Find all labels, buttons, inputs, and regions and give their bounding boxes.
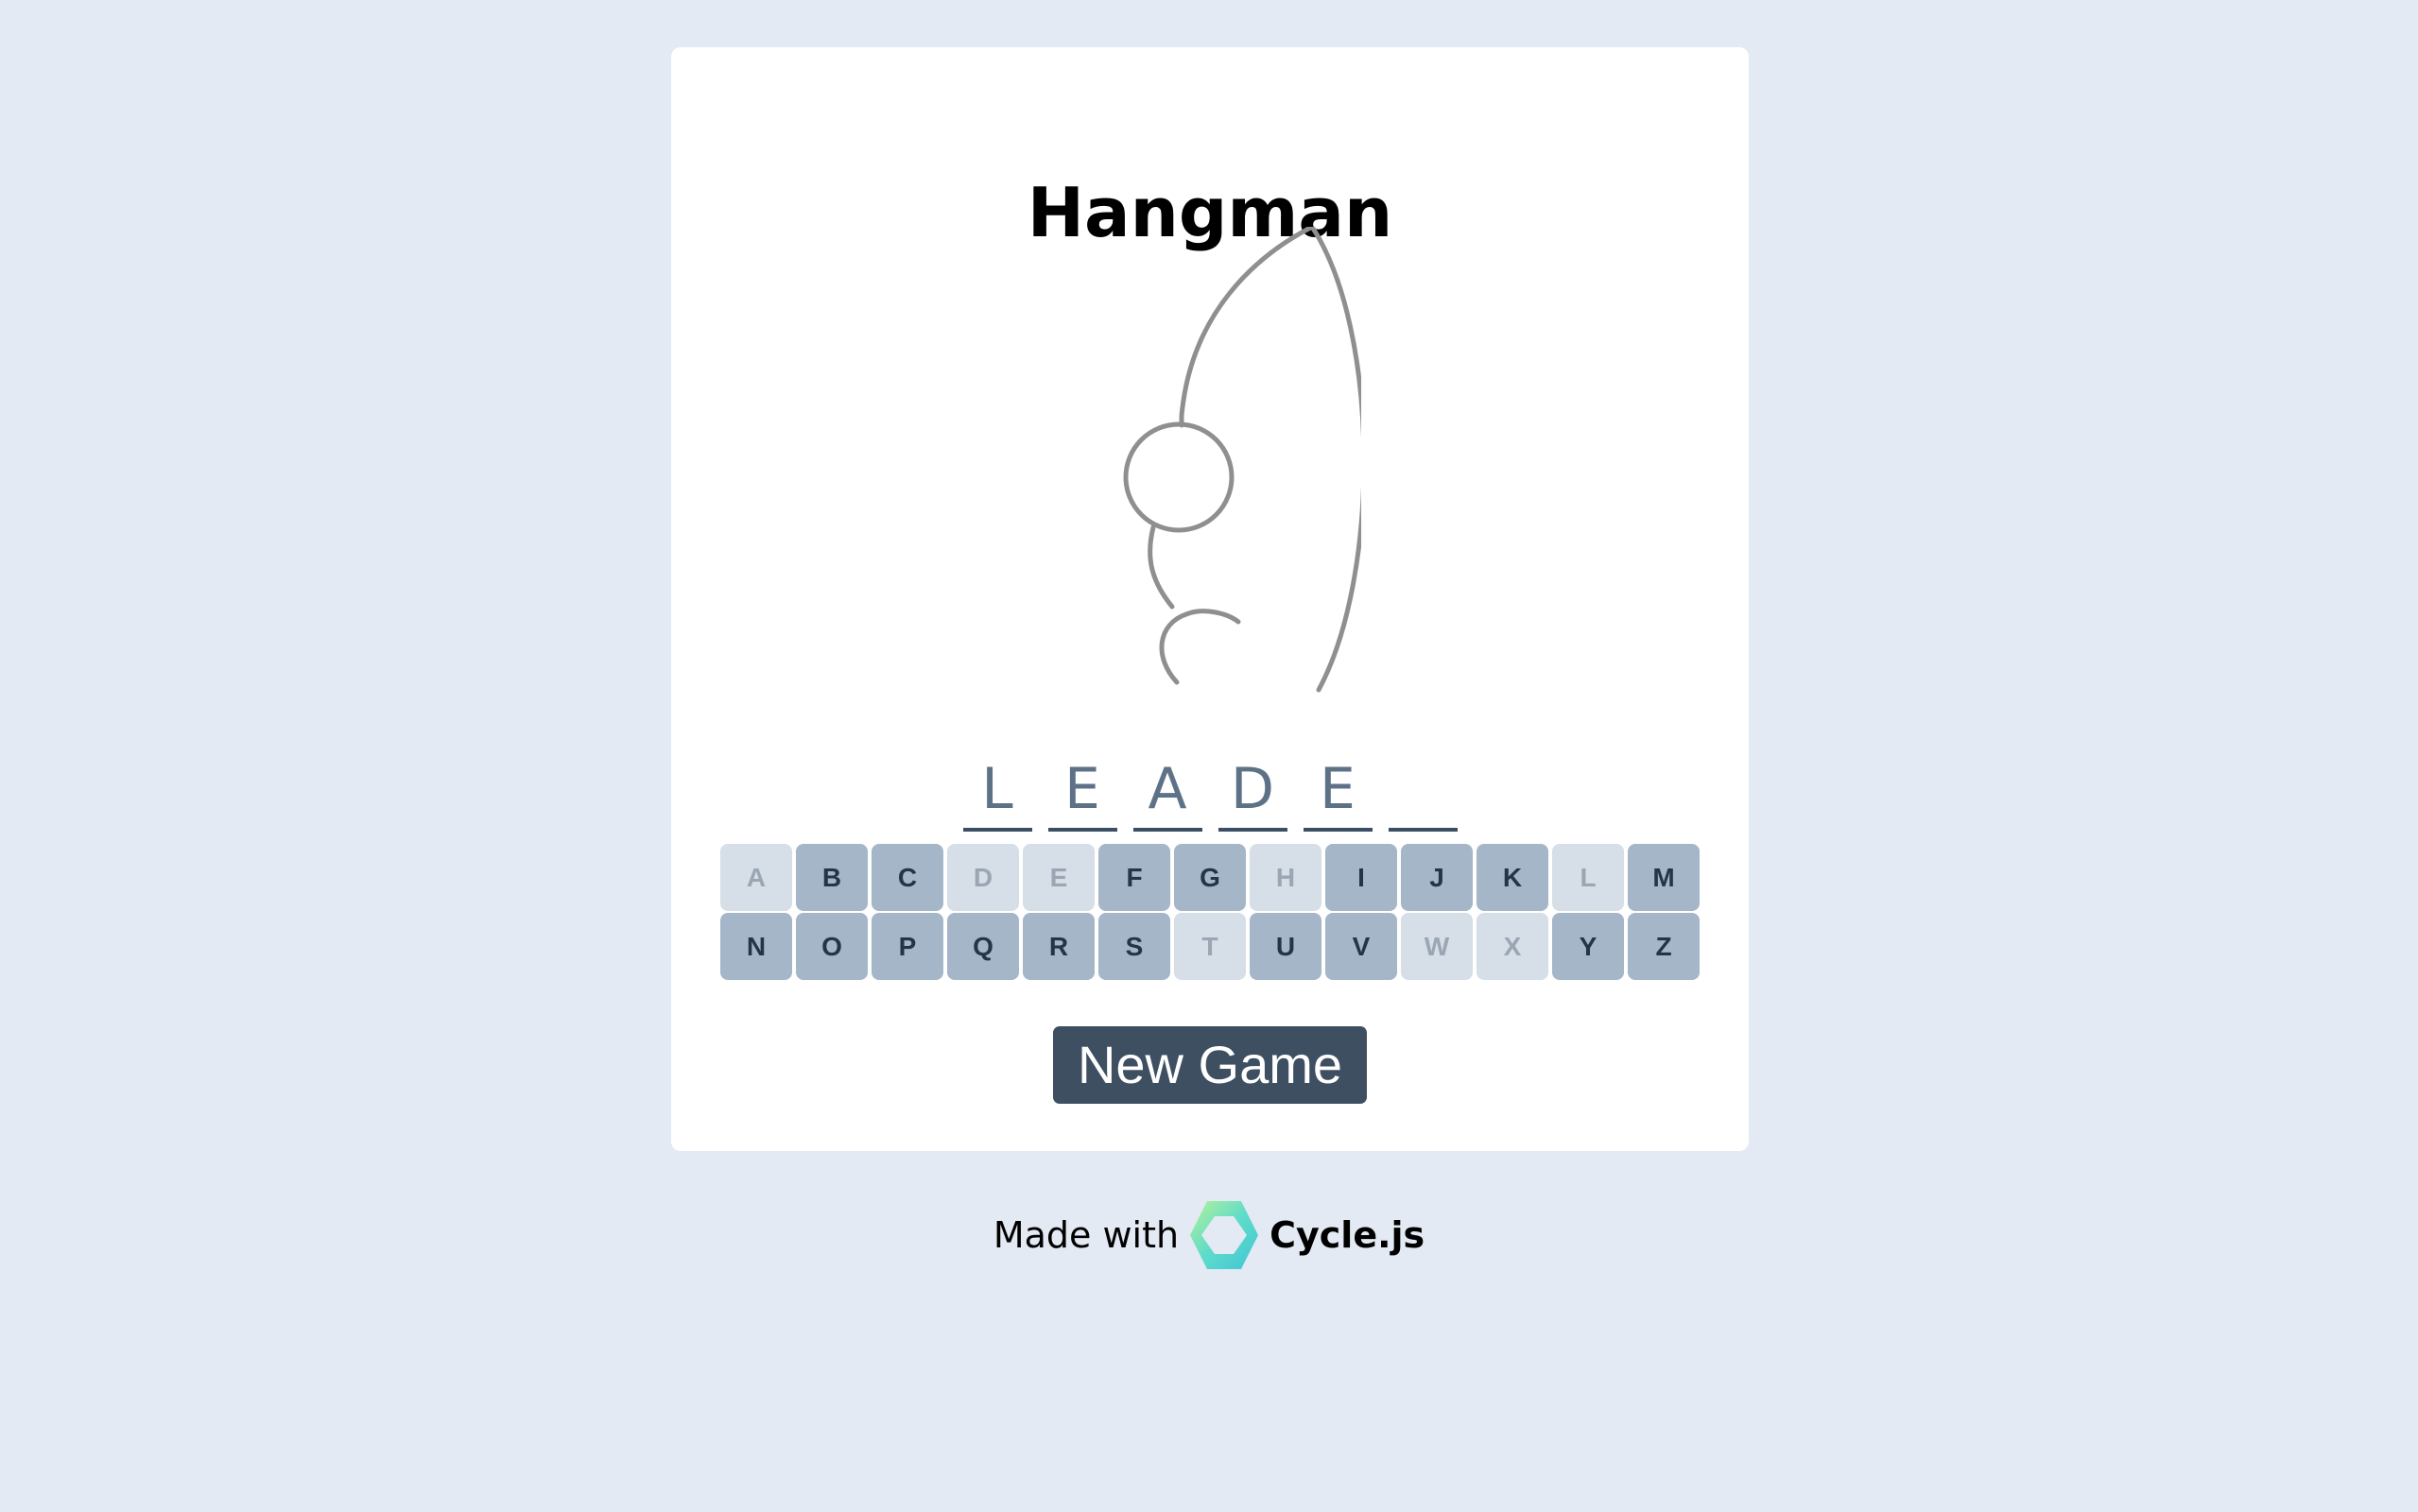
key-l[interactable]: L xyxy=(1552,844,1624,911)
letter-slot: A xyxy=(1132,747,1202,832)
letter-slot: D xyxy=(1218,747,1287,832)
footer: Made with Cycle.js xyxy=(0,1195,2418,1275)
key-g[interactable]: G xyxy=(1174,844,1246,911)
page: Hangman LEADE ABCDEFGHIJKLMNOPQRSTUVWXYZ… xyxy=(0,0,2418,1512)
letter-slot: L xyxy=(962,747,1032,832)
key-c[interactable]: C xyxy=(872,844,943,911)
key-b[interactable]: B xyxy=(796,844,868,911)
key-a[interactable]: A xyxy=(720,844,792,911)
hangman-drawing xyxy=(1123,227,1361,693)
key-n[interactable]: N xyxy=(720,913,792,980)
head xyxy=(1123,421,1235,533)
key-i[interactable]: I xyxy=(1325,844,1397,911)
letter-slot: E xyxy=(1047,747,1117,832)
gallows-curve xyxy=(1179,227,1361,693)
word-display: LEADE xyxy=(671,747,1749,832)
key-k[interactable]: K xyxy=(1477,844,1548,911)
key-d[interactable]: D xyxy=(947,844,1019,911)
key-v[interactable]: V xyxy=(1325,913,1397,980)
key-y[interactable]: Y xyxy=(1552,913,1624,980)
key-z[interactable]: Z xyxy=(1628,913,1700,980)
neck xyxy=(1148,524,1175,610)
key-x[interactable]: X xyxy=(1477,913,1548,980)
key-r[interactable]: R xyxy=(1023,913,1095,980)
key-w[interactable]: W xyxy=(1401,913,1473,980)
letter-slot: E xyxy=(1303,747,1373,832)
cyclejs-brand-text: Cycle.js xyxy=(1269,1214,1425,1256)
key-t[interactable]: T xyxy=(1174,913,1246,980)
made-with-text: Made with xyxy=(993,1214,1180,1256)
key-m[interactable]: M xyxy=(1628,844,1700,911)
key-j[interactable]: J xyxy=(1401,844,1473,911)
game-card: Hangman LEADE ABCDEFGHIJKLMNOPQRSTUVWXYZ… xyxy=(671,47,1749,1151)
letter-keyboard: ABCDEFGHIJKLM NOPQRSTUVWXYZ xyxy=(720,844,1703,980)
letter-slot xyxy=(1388,747,1458,832)
cyclejs-hexagon-logo-icon xyxy=(1190,1201,1259,1269)
key-u[interactable]: U xyxy=(1250,913,1321,980)
key-p[interactable]: P xyxy=(872,913,943,980)
key-s[interactable]: S xyxy=(1098,913,1170,980)
new-game-button[interactable]: New Game xyxy=(1053,1026,1367,1104)
key-o[interactable]: O xyxy=(796,913,868,980)
key-q[interactable]: Q xyxy=(947,913,1019,980)
key-f[interactable]: F xyxy=(1098,844,1170,911)
key-h[interactable]: H xyxy=(1250,844,1321,911)
key-e[interactable]: E xyxy=(1023,844,1095,911)
torso-curl xyxy=(1159,609,1241,685)
